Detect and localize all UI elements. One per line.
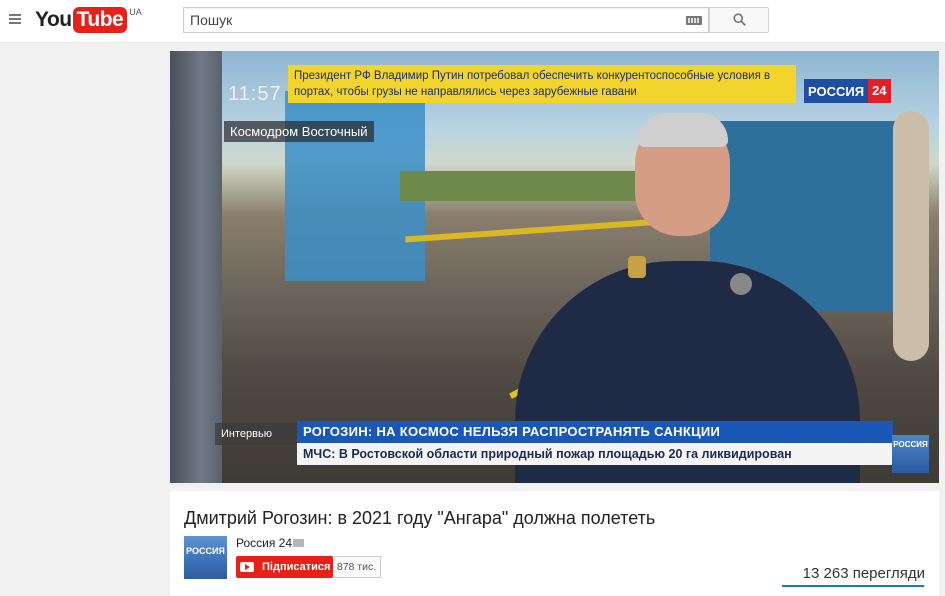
video-info-panel: Дмитрий Рогозин: в 2021 году "Ангара" до… [170,491,939,596]
jacket-badge [730,273,752,295]
interview-label: Интервью [215,423,297,445]
logo-you-text: You [35,8,72,31]
like-ratio-fill [782,585,924,587]
subscriber-count: 878 тис. [333,556,381,578]
corner-channel-logo: РОССИЯ [892,435,929,473]
search-box [183,7,709,33]
lower-third-headline: РОГОЗИН: НА КОСМОС НЕЛЬЗЯ РАСПРОСТРАНЯТЬ… [297,421,893,443]
view-count: 13 263 перегляди [802,565,925,582]
logo-tube-text: Tube [72,7,128,33]
channel-logo-number: 24 [868,79,891,103]
channel-logo-name: РОССИЯ [808,83,865,99]
jacket-emblem [628,256,646,278]
search-button[interactable] [709,7,769,33]
channel-name-link[interactable]: Россия 24 [236,536,292,550]
video-player[interactable]: 11:57 Космодром Восточный Президент РФ В… [170,51,939,483]
rossiya24-logo: РОССИЯ 24 [804,79,891,103]
subscribe-label: Підписатися [262,561,331,573]
verified-icon [293,539,304,547]
keyboard-icon[interactable] [686,16,702,25]
like-ratio-bar [782,585,925,587]
masthead: You Tube UA [0,0,945,43]
scene-structure-left [170,51,222,483]
logo-region-code: UA [129,7,142,17]
youtube-play-icon [240,562,254,572]
lower-third-ticker: МЧС: В Ростовской области природный пожа… [297,443,893,465]
person-hair [638,113,728,147]
channel-avatar[interactable]: РОССИЯ [184,536,227,579]
location-caption: Космодром Восточный [224,121,374,142]
youtube-logo[interactable]: You Tube UA [35,7,142,35]
hamburger-menu-icon[interactable] [9,14,21,24]
broadcast-clock: 11:57 [228,83,282,105]
top-news-ticker: Президент РФ Владимир Путин потребовал о… [288,65,796,103]
subscribe-button[interactable]: Підписатися [236,556,333,578]
scene-pipe [893,111,929,361]
search-icon [733,13,746,26]
video-title: Дмитрий Рогозин: в 2021 году "Ангара" до… [184,508,656,528]
search-input[interactable] [184,8,686,32]
